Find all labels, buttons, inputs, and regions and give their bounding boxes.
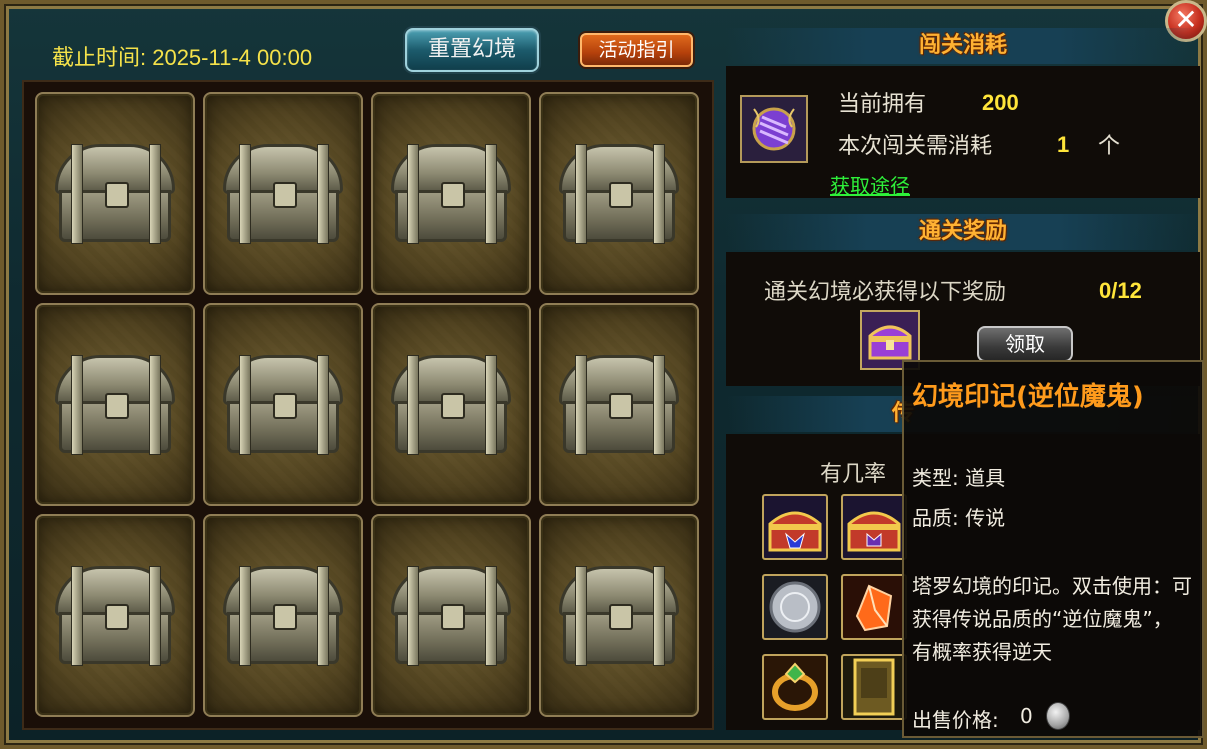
- reward-section-title: 通关奖励: [726, 214, 1200, 250]
- chest-icon: [223, 566, 343, 666]
- tooltip-title: 幻境印记(逆位魔鬼): [912, 382, 1144, 412]
- chest-icon: [223, 144, 343, 244]
- gold-blue-chest-icon[interactable]: [762, 494, 828, 560]
- deadline-text: 截止时间: 2025-11-4 00:00: [52, 45, 313, 70]
- chest-icon: [559, 566, 679, 666]
- chest-icon: [559, 144, 679, 244]
- silver-coin-icon[interactable]: [762, 574, 828, 640]
- purple-orb-seal-icon[interactable]: [740, 95, 808, 163]
- silver-coin-small-icon: [1046, 702, 1070, 730]
- chest-cell[interactable]: [203, 92, 363, 295]
- chest-cell[interactable]: [371, 514, 531, 717]
- chest-cell[interactable]: [539, 92, 699, 295]
- chest-cell[interactable]: [371, 92, 531, 295]
- chest-cell[interactable]: [203, 514, 363, 717]
- chest-cell[interactable]: [539, 514, 699, 717]
- cost-unit: 个: [1098, 134, 1121, 159]
- tooltip-description: 塔罗幻境的印记。双击使用：可获得传说品质的“逆位魔鬼”，有概率获得逆天: [912, 574, 1192, 664]
- chest-icon: [55, 566, 175, 666]
- chest-icon: [391, 566, 511, 666]
- chest-icon: [55, 144, 175, 244]
- activity-guide-button[interactable]: 活动指引: [580, 33, 693, 67]
- chest-icon: [559, 355, 679, 455]
- claim-reward-button[interactable]: 领取: [977, 326, 1073, 362]
- gold-purple-chest-icon[interactable]: [841, 494, 907, 560]
- chest-cell[interactable]: [35, 514, 195, 717]
- orange-crystal-icon[interactable]: [841, 574, 907, 640]
- gold-card-icon[interactable]: [841, 654, 907, 720]
- chest-icon: [391, 355, 511, 455]
- chest-icon: [55, 355, 175, 455]
- reward-progress: 0/12: [1099, 278, 1142, 303]
- chest-cell[interactable]: [539, 303, 699, 506]
- chest-cell[interactable]: [203, 303, 363, 506]
- get-source-link[interactable]: 获取途径: [830, 170, 910, 199]
- owned-label: 当前拥有: [838, 92, 927, 117]
- tooltip-sell-label: 出售价格:: [912, 708, 999, 732]
- tooltip-type: 类型: 道具: [912, 466, 1006, 490]
- chest-cell[interactable]: [35, 92, 195, 295]
- reset-illusion-button[interactable]: 重置幻境: [405, 28, 539, 72]
- gold-ring-icon[interactable]: [762, 654, 828, 720]
- chest-icon: [223, 355, 343, 455]
- cost-section-title: 闯关消耗: [726, 28, 1200, 64]
- owned-value: 200: [982, 90, 1019, 115]
- chance-desc: 有几率: [820, 462, 887, 487]
- chest-grid: [22, 80, 714, 730]
- tooltip-quality: 品质: 传说: [912, 506, 1006, 530]
- chest-cell[interactable]: [371, 303, 531, 506]
- reward-desc: 通关幻境必获得以下奖励: [764, 280, 1007, 305]
- tooltip-sell-value: 0: [1020, 704, 1033, 728]
- cost-label: 本次闯关需消耗: [838, 134, 993, 159]
- item-tooltip: 幻境印记(逆位魔鬼) 类型: 道具 品质: 传说 塔罗幻境的印记。双击使用：可获…: [902, 360, 1204, 738]
- chest-icon: [391, 144, 511, 244]
- cost-value: 1: [1057, 132, 1070, 157]
- chest-cell[interactable]: [35, 303, 195, 506]
